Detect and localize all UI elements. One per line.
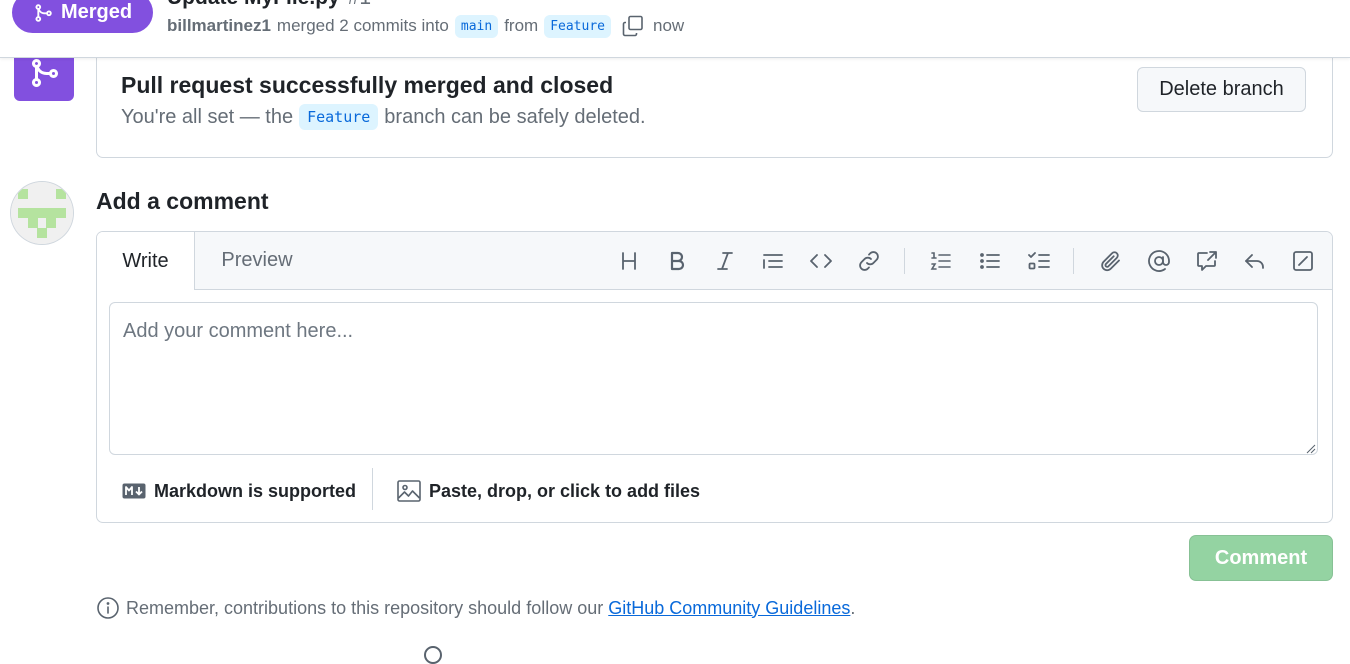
from-text: from bbox=[504, 16, 539, 35]
merged-state-badge: Merged bbox=[12, 0, 153, 33]
tab-write[interactable]: Write bbox=[97, 232, 195, 290]
merge-text: merged 2 commits into bbox=[276, 16, 449, 35]
link-icon[interactable] bbox=[854, 246, 884, 276]
toolbar-divider bbox=[904, 248, 905, 274]
attach-icon[interactable] bbox=[1096, 246, 1126, 276]
slash-commands-icon[interactable] bbox=[1288, 246, 1318, 276]
code-icon[interactable] bbox=[806, 246, 836, 276]
git-merge-icon bbox=[32, 58, 59, 87]
sticky-pr-header: Merged Update MyFile.py #1 billmartinez1 … bbox=[0, 0, 1350, 58]
quote-icon[interactable] bbox=[758, 246, 788, 276]
cross-reference-icon[interactable] bbox=[1192, 246, 1222, 276]
comment-tabbar: Write Preview bbox=[97, 232, 1332, 290]
saved-replies-icon[interactable] bbox=[1240, 246, 1270, 276]
add-comment-heading: Add a comment bbox=[96, 188, 269, 214]
unordered-list-icon[interactable] bbox=[975, 246, 1005, 276]
avatar[interactable] bbox=[11, 182, 73, 244]
ordered-list-icon[interactable] bbox=[926, 246, 956, 276]
mention-icon[interactable] bbox=[1144, 246, 1174, 276]
base-branch-chip[interactable]: main bbox=[454, 14, 499, 38]
pr-merge-meta: billmartinez1 merged 2 commits into main… bbox=[167, 12, 684, 40]
merge-status-subtitle: You're all set — the Feature branch can … bbox=[121, 104, 646, 130]
heading-icon[interactable] bbox=[614, 246, 644, 276]
merge-sub-before: You're all set — the bbox=[121, 105, 294, 128]
comment-submit-button[interactable]: Comment bbox=[1189, 535, 1333, 581]
comment-editor: Write Preview Add your comment here... M… bbox=[96, 231, 1333, 523]
guidelines-period: . bbox=[850, 597, 856, 618]
add-files-button[interactable]: Paste, drop, or click to add files bbox=[397, 478, 700, 504]
footer-divider bbox=[372, 468, 373, 510]
head-branch-chip[interactable]: Feature bbox=[544, 14, 611, 38]
guidelines-note: Remember, contributions to this reposito… bbox=[96, 595, 855, 621]
pr-number: #1 bbox=[348, 0, 371, 9]
image-icon bbox=[397, 480, 421, 502]
identicon-image bbox=[11, 182, 73, 244]
merge-status-title: Pull request successfully merged and clo… bbox=[121, 72, 614, 98]
pr-title-text: Update MyFile.py bbox=[167, 0, 340, 9]
community-guidelines-link[interactable]: GitHub Community Guidelines bbox=[608, 598, 850, 618]
delete-branch-button[interactable]: Delete branch bbox=[1137, 67, 1306, 112]
bold-icon[interactable] bbox=[662, 246, 692, 276]
comment-textarea[interactable] bbox=[109, 302, 1318, 455]
partial-icon bbox=[424, 646, 442, 664]
markdown-supported-link[interactable]: Markdown is supported bbox=[122, 478, 356, 504]
merged-state-label: Merged bbox=[60, 1, 133, 23]
feature-branch-chip[interactable]: Feature bbox=[299, 104, 379, 130]
toolbar-divider bbox=[1073, 248, 1074, 274]
pr-title: Update MyFile.py #1 bbox=[167, 0, 371, 10]
guidelines-text: Remember, contributions to this reposito… bbox=[126, 597, 604, 618]
info-icon bbox=[97, 597, 119, 619]
resize-handle-icon[interactable] bbox=[1304, 442, 1316, 454]
merge-sub-after: branch can be safely deleted. bbox=[384, 105, 646, 128]
merge-time: now bbox=[652, 16, 685, 35]
markdown-note: Markdown is supported bbox=[154, 480, 357, 501]
tab-preview[interactable]: Preview bbox=[195, 232, 319, 289]
author-link[interactable]: billmartinez1 bbox=[167, 16, 271, 36]
git-merge-icon bbox=[35, 3, 52, 22]
markdown-icon bbox=[122, 483, 146, 499]
italic-icon[interactable] bbox=[710, 246, 740, 276]
task-list-icon[interactable] bbox=[1024, 246, 1054, 276]
copy-icon[interactable] bbox=[621, 14, 645, 38]
add-files-label: Paste, drop, or click to add files bbox=[429, 480, 701, 501]
